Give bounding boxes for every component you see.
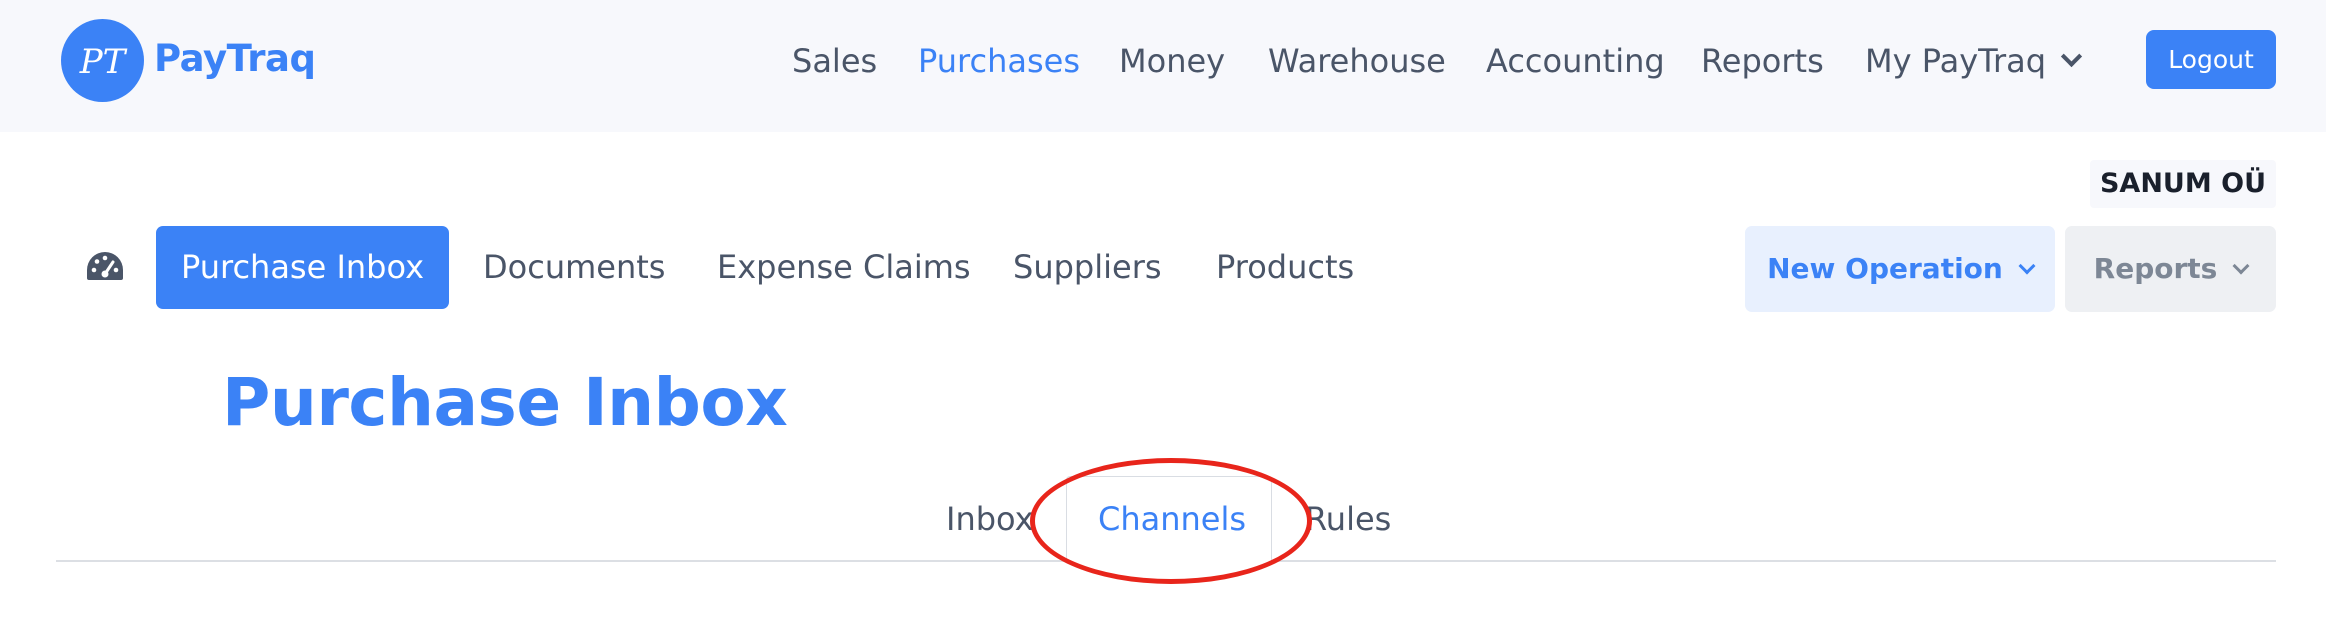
subnav-products[interactable]: Products bbox=[1216, 240, 1354, 294]
nav-purchases[interactable]: Purchases bbox=[918, 34, 1080, 88]
chevron-down-icon bbox=[2018, 257, 2036, 275]
nav-sales[interactable]: Sales bbox=[792, 34, 877, 88]
nav-my-paytraq-label: My PayTraq bbox=[1865, 42, 2047, 80]
nav-accounting[interactable]: Accounting bbox=[1486, 34, 1665, 88]
subnav-documents[interactable]: Documents bbox=[483, 240, 665, 294]
nav-money[interactable]: Money bbox=[1119, 34, 1225, 88]
subnav-expense-claims[interactable]: Expense Claims bbox=[717, 240, 971, 294]
nav-my-paytraq[interactable]: My PayTraq bbox=[1865, 34, 2083, 88]
logout-button[interactable]: Logout bbox=[2146, 30, 2276, 89]
chevron-down-icon bbox=[2232, 257, 2250, 275]
page-title: Purchase Inbox bbox=[222, 364, 788, 441]
top-navigation-bar: PT PayTraq Sales Purchases Money Warehou… bbox=[0, 0, 2326, 132]
speedometer-icon[interactable] bbox=[86, 251, 124, 285]
reports-dropdown-button[interactable]: Reports bbox=[2065, 226, 2276, 312]
nav-warehouse[interactable]: Warehouse bbox=[1268, 34, 1446, 88]
new-operation-label: New Operation bbox=[1767, 252, 2003, 285]
tab-rules[interactable]: Rules bbox=[1305, 494, 1391, 544]
subnav-purchase-inbox[interactable]: Purchase Inbox bbox=[156, 226, 449, 309]
highlight-annotation-ellipse bbox=[1030, 458, 1312, 584]
logo-initials: PT bbox=[79, 42, 128, 82]
tab-inbox[interactable]: Inbox bbox=[946, 494, 1034, 544]
reports-label: Reports bbox=[2093, 252, 2218, 285]
paytraq-logo-icon[interactable]: PT bbox=[61, 19, 144, 102]
brand-name[interactable]: PayTraq bbox=[154, 34, 316, 84]
new-operation-button[interactable]: New Operation bbox=[1745, 226, 2055, 312]
nav-reports[interactable]: Reports bbox=[1701, 34, 1824, 88]
chevron-down-icon bbox=[2060, 45, 2083, 68]
company-name-badge[interactable]: SANUM OÜ bbox=[2090, 160, 2276, 208]
subnav-suppliers[interactable]: Suppliers bbox=[1013, 240, 1162, 294]
